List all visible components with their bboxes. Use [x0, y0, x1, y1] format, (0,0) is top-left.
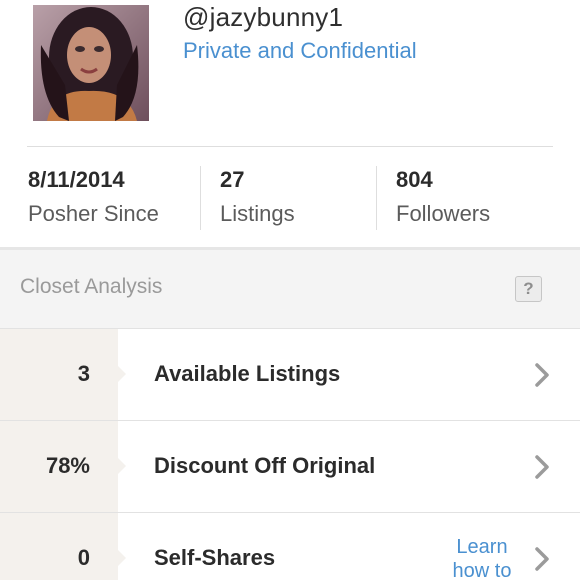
- avatar[interactable]: [33, 5, 149, 121]
- stat-label: Listings: [220, 201, 295, 226]
- chevron-right-icon: [535, 363, 549, 387]
- learn-link-line: Learn: [456, 536, 508, 558]
- stat-listings[interactable]: 27 Listings: [220, 167, 295, 231]
- stat-label: Followers: [396, 201, 491, 226]
- closet-analysis-title: Closet Analysis: [20, 275, 163, 298]
- stat-separator: [376, 166, 377, 230]
- analysis-row-self-shares[interactable]: 0 Self-Shares Learn how to: [0, 512, 580, 580]
- metric-value: 78%: [45, 453, 90, 478]
- chevron-right-icon: [535, 455, 549, 479]
- metric-cell: 0: [0, 513, 118, 580]
- metric-value: 0: [77, 545, 90, 570]
- stat-followers[interactable]: 804 Followers: [396, 167, 490, 231]
- username: @jazybunny1: [183, 2, 344, 32]
- learn-link-line: how to: [452, 560, 512, 580]
- metric-value: 3: [77, 361, 90, 386]
- row-label: Discount Off Original: [154, 453, 376, 478]
- metric-notch: [118, 550, 126, 566]
- row-label: Available Listings: [154, 361, 341, 386]
- stat-value: 27: [220, 167, 245, 192]
- analysis-row-available-listings[interactable]: 3 Available Listings: [0, 328, 580, 421]
- stat-value: 8/11/2014: [28, 167, 125, 192]
- stat-separator: [200, 166, 201, 230]
- metric-cell: 78%: [0, 421, 118, 513]
- learn-how-to-link[interactable]: Learn how to: [440, 535, 524, 580]
- metric-notch: [118, 458, 126, 474]
- stat-label: Posher Since: [28, 201, 159, 226]
- row-label: Self-Shares: [154, 545, 276, 570]
- help-button[interactable]: ?: [515, 276, 542, 302]
- stat-value: 804: [396, 167, 433, 192]
- stat-posher-since: 8/11/2014 Posher Since: [28, 167, 159, 231]
- metric-notch: [118, 366, 126, 382]
- analysis-row-discount[interactable]: 78% Discount Off Original: [0, 420, 580, 513]
- profile-photo-icon: [33, 5, 149, 121]
- metric-cell: 3: [0, 329, 118, 421]
- chevron-right-icon: [535, 547, 549, 571]
- stats-divider: [27, 146, 553, 147]
- privacy-subtitle[interactable]: Private and Confidential: [183, 38, 417, 64]
- profile-header: @jazybunny1 Private and Confidential: [0, 0, 580, 146]
